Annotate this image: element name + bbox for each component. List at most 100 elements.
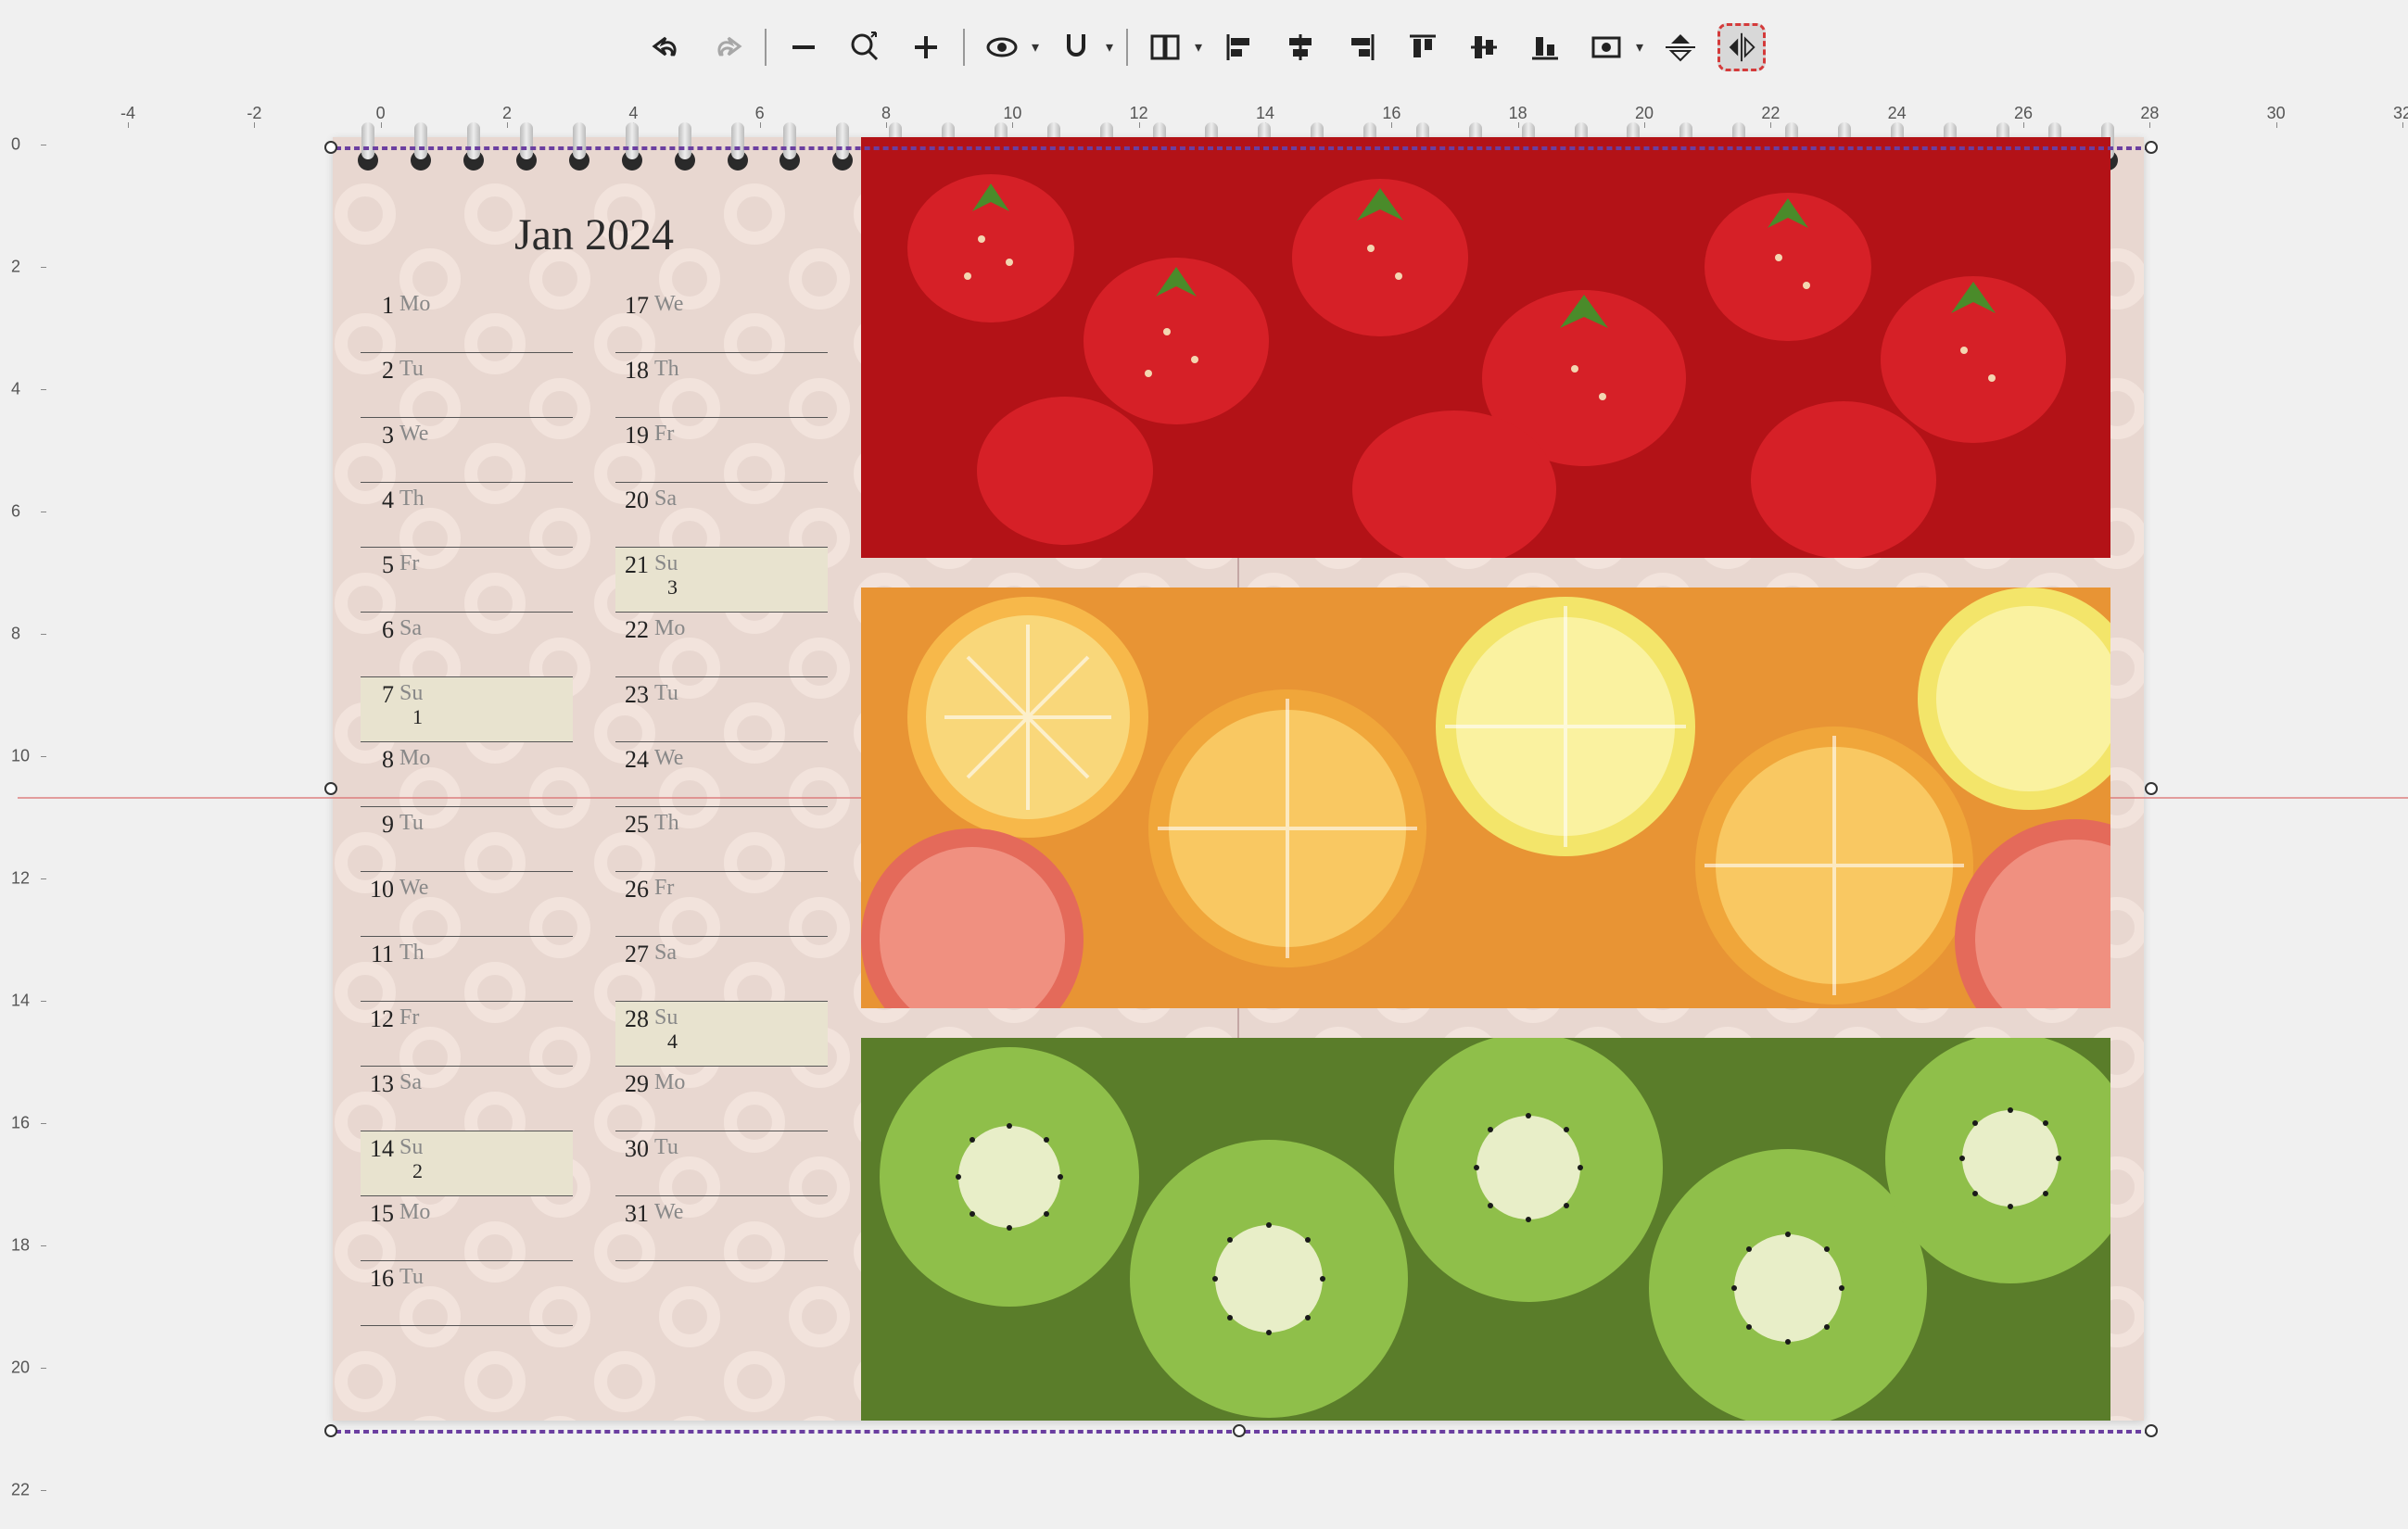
calendar-day-number: 15 — [361, 1200, 394, 1228]
calendar-day-number: 16 — [361, 1265, 394, 1293]
calendar-day: 8Mo — [361, 742, 573, 807]
ruler-v-label: 0 — [11, 135, 20, 155]
ruler-v-label: 22 — [11, 1481, 30, 1500]
calendar-day-name: We — [654, 292, 683, 317]
calendar-day: 29Mo — [615, 1067, 828, 1131]
mirror-horizontal-button[interactable] — [1717, 23, 1766, 71]
ruler-v-label: 20 — [11, 1358, 30, 1378]
calendar-day: 11Th — [361, 937, 573, 1002]
dropdown-caret-icon[interactable]: ▾ — [1195, 38, 1202, 57]
visibility-button[interactable] — [978, 23, 1026, 71]
calendar-day-number: 12 — [361, 1005, 394, 1033]
calendar-day: 27Sa — [615, 937, 828, 1002]
calendar-day-number: 21 — [615, 551, 649, 579]
calendar-day: 10We — [361, 872, 573, 937]
selection-handle[interactable] — [2145, 782, 2158, 795]
calendar-day: 4Th — [361, 483, 573, 548]
mirror-vertical-button[interactable] — [1656, 23, 1705, 71]
calendar-day: 23Tu — [615, 677, 828, 742]
undo-button[interactable] — [642, 23, 691, 71]
ruler-v-label: 14 — [11, 992, 30, 1011]
ruler-h-label: 14 — [1256, 104, 1274, 123]
snap-button[interactable] — [1052, 23, 1100, 71]
calendar-week-number: 1 — [412, 705, 423, 729]
zoom-out-button[interactable] — [779, 23, 828, 71]
align-top-button[interactable] — [1399, 23, 1447, 71]
distribute-button[interactable] — [1582, 23, 1630, 71]
align-bottom-button[interactable] — [1521, 23, 1569, 71]
ruler-h-label: 26 — [2014, 104, 2033, 123]
calendar-day-number: 8 — [361, 746, 394, 774]
align-left-button[interactable] — [1215, 23, 1263, 71]
photo-citrus[interactable] — [861, 588, 2110, 1008]
calendar-day-name: Su — [399, 681, 423, 706]
calendar-day: 1Mo — [361, 288, 573, 353]
selection-handle[interactable] — [1233, 1424, 1246, 1437]
ruler-h-label: 22 — [1761, 104, 1780, 123]
ruler-v-label: 16 — [11, 1114, 30, 1133]
redo-button[interactable] — [703, 23, 752, 71]
calendar-day: 28Su4 — [615, 1002, 828, 1067]
calendar-day-number: 19 — [615, 422, 649, 449]
dropdown-caret-icon[interactable]: ▾ — [1106, 38, 1113, 57]
calendar-day: 22Mo — [615, 613, 828, 677]
ruler-v-label: 18 — [11, 1236, 30, 1256]
calendar-week-number: 4 — [667, 1030, 678, 1054]
calendar-day-number: 23 — [615, 681, 649, 709]
selection-handle[interactable] — [324, 1424, 337, 1437]
calendar-day: 24We — [615, 742, 828, 807]
photo-strawberries[interactable] — [861, 137, 2110, 558]
calendar-day: 18Th — [615, 353, 828, 418]
calendar-panel: Jan 2024 1Mo2Tu3We4Th5Fr6Sa7Su18Mo9Tu10W… — [361, 209, 828, 1405]
selection-handle[interactable] — [2145, 1424, 2158, 1437]
dropdown-caret-icon[interactable]: ▾ — [1636, 38, 1643, 57]
ruler-h-label: 18 — [1509, 104, 1527, 123]
align-center-v-button[interactable] — [1460, 23, 1508, 71]
calendar-day-name: Tu — [399, 1265, 424, 1290]
calendar-day-number: 29 — [615, 1070, 649, 1098]
calendar-day-name: We — [399, 876, 428, 901]
canvas[interactable]: Jan 2024 1Mo2Tu3We4Th5Fr6Sa7Su18Mo9Tu10W… — [48, 128, 2408, 1529]
ruler-h-label: 10 — [1003, 104, 1021, 123]
separator — [1126, 29, 1128, 66]
photo-kiwi[interactable] — [861, 1038, 2110, 1421]
ruler-h-label: 2 — [502, 104, 512, 123]
calendar-day-number: 1 — [361, 292, 394, 320]
calendar-day-name: Su — [399, 1135, 423, 1160]
calendar-day: 9Tu — [361, 807, 573, 872]
calendar-day-name: Fr — [399, 1005, 419, 1030]
ruler-h-label: 4 — [628, 104, 638, 123]
calendar-page[interactable]: Jan 2024 1Mo2Tu3We4Th5Fr6Sa7Su18Mo9Tu10W… — [333, 137, 2144, 1421]
calendar-day-number: 26 — [615, 876, 649, 904]
dropdown-caret-icon[interactable]: ▾ — [1032, 38, 1039, 57]
calendar-day-number: 22 — [615, 616, 649, 644]
selection-handle[interactable] — [2145, 141, 2158, 154]
calendar-day-number: 13 — [361, 1070, 394, 1098]
ruler-h-label: 0 — [376, 104, 386, 123]
zoom-in-button[interactable] — [902, 23, 950, 71]
calendar-day: 30Tu — [615, 1131, 828, 1196]
calendar-day-name: Mo — [399, 746, 430, 771]
calendar-day-name: Mo — [399, 1200, 430, 1225]
calendar-day-name: Tu — [399, 811, 424, 836]
calendar-day-name: Tu — [399, 357, 424, 382]
calendar-title: Jan 2024 — [361, 209, 828, 260]
align-right-button[interactable] — [1337, 23, 1386, 71]
calendar-day-number: 7 — [361, 681, 394, 709]
calendar-day: 20Sa — [615, 483, 828, 548]
calendar-day-number: 18 — [615, 357, 649, 385]
zoom-fit-button[interactable] — [841, 23, 889, 71]
calendar-day-name: Tu — [654, 1135, 678, 1160]
ruler-h-label: 12 — [1130, 104, 1148, 123]
calendar-day-name: We — [399, 422, 428, 447]
calendar-day-name: Fr — [654, 422, 674, 447]
calendar-day: 19Fr — [615, 418, 828, 483]
calendar-day-name: Th — [399, 941, 425, 966]
calendar-week-number: 3 — [667, 575, 678, 600]
calendar-day-name: Fr — [654, 876, 674, 901]
ruler-v-label: 6 — [11, 502, 20, 522]
align-center-h-button[interactable] — [1276, 23, 1324, 71]
page-layout-button[interactable] — [1141, 23, 1189, 71]
separator — [963, 29, 965, 66]
calendar-day-name: Sa — [654, 941, 677, 966]
